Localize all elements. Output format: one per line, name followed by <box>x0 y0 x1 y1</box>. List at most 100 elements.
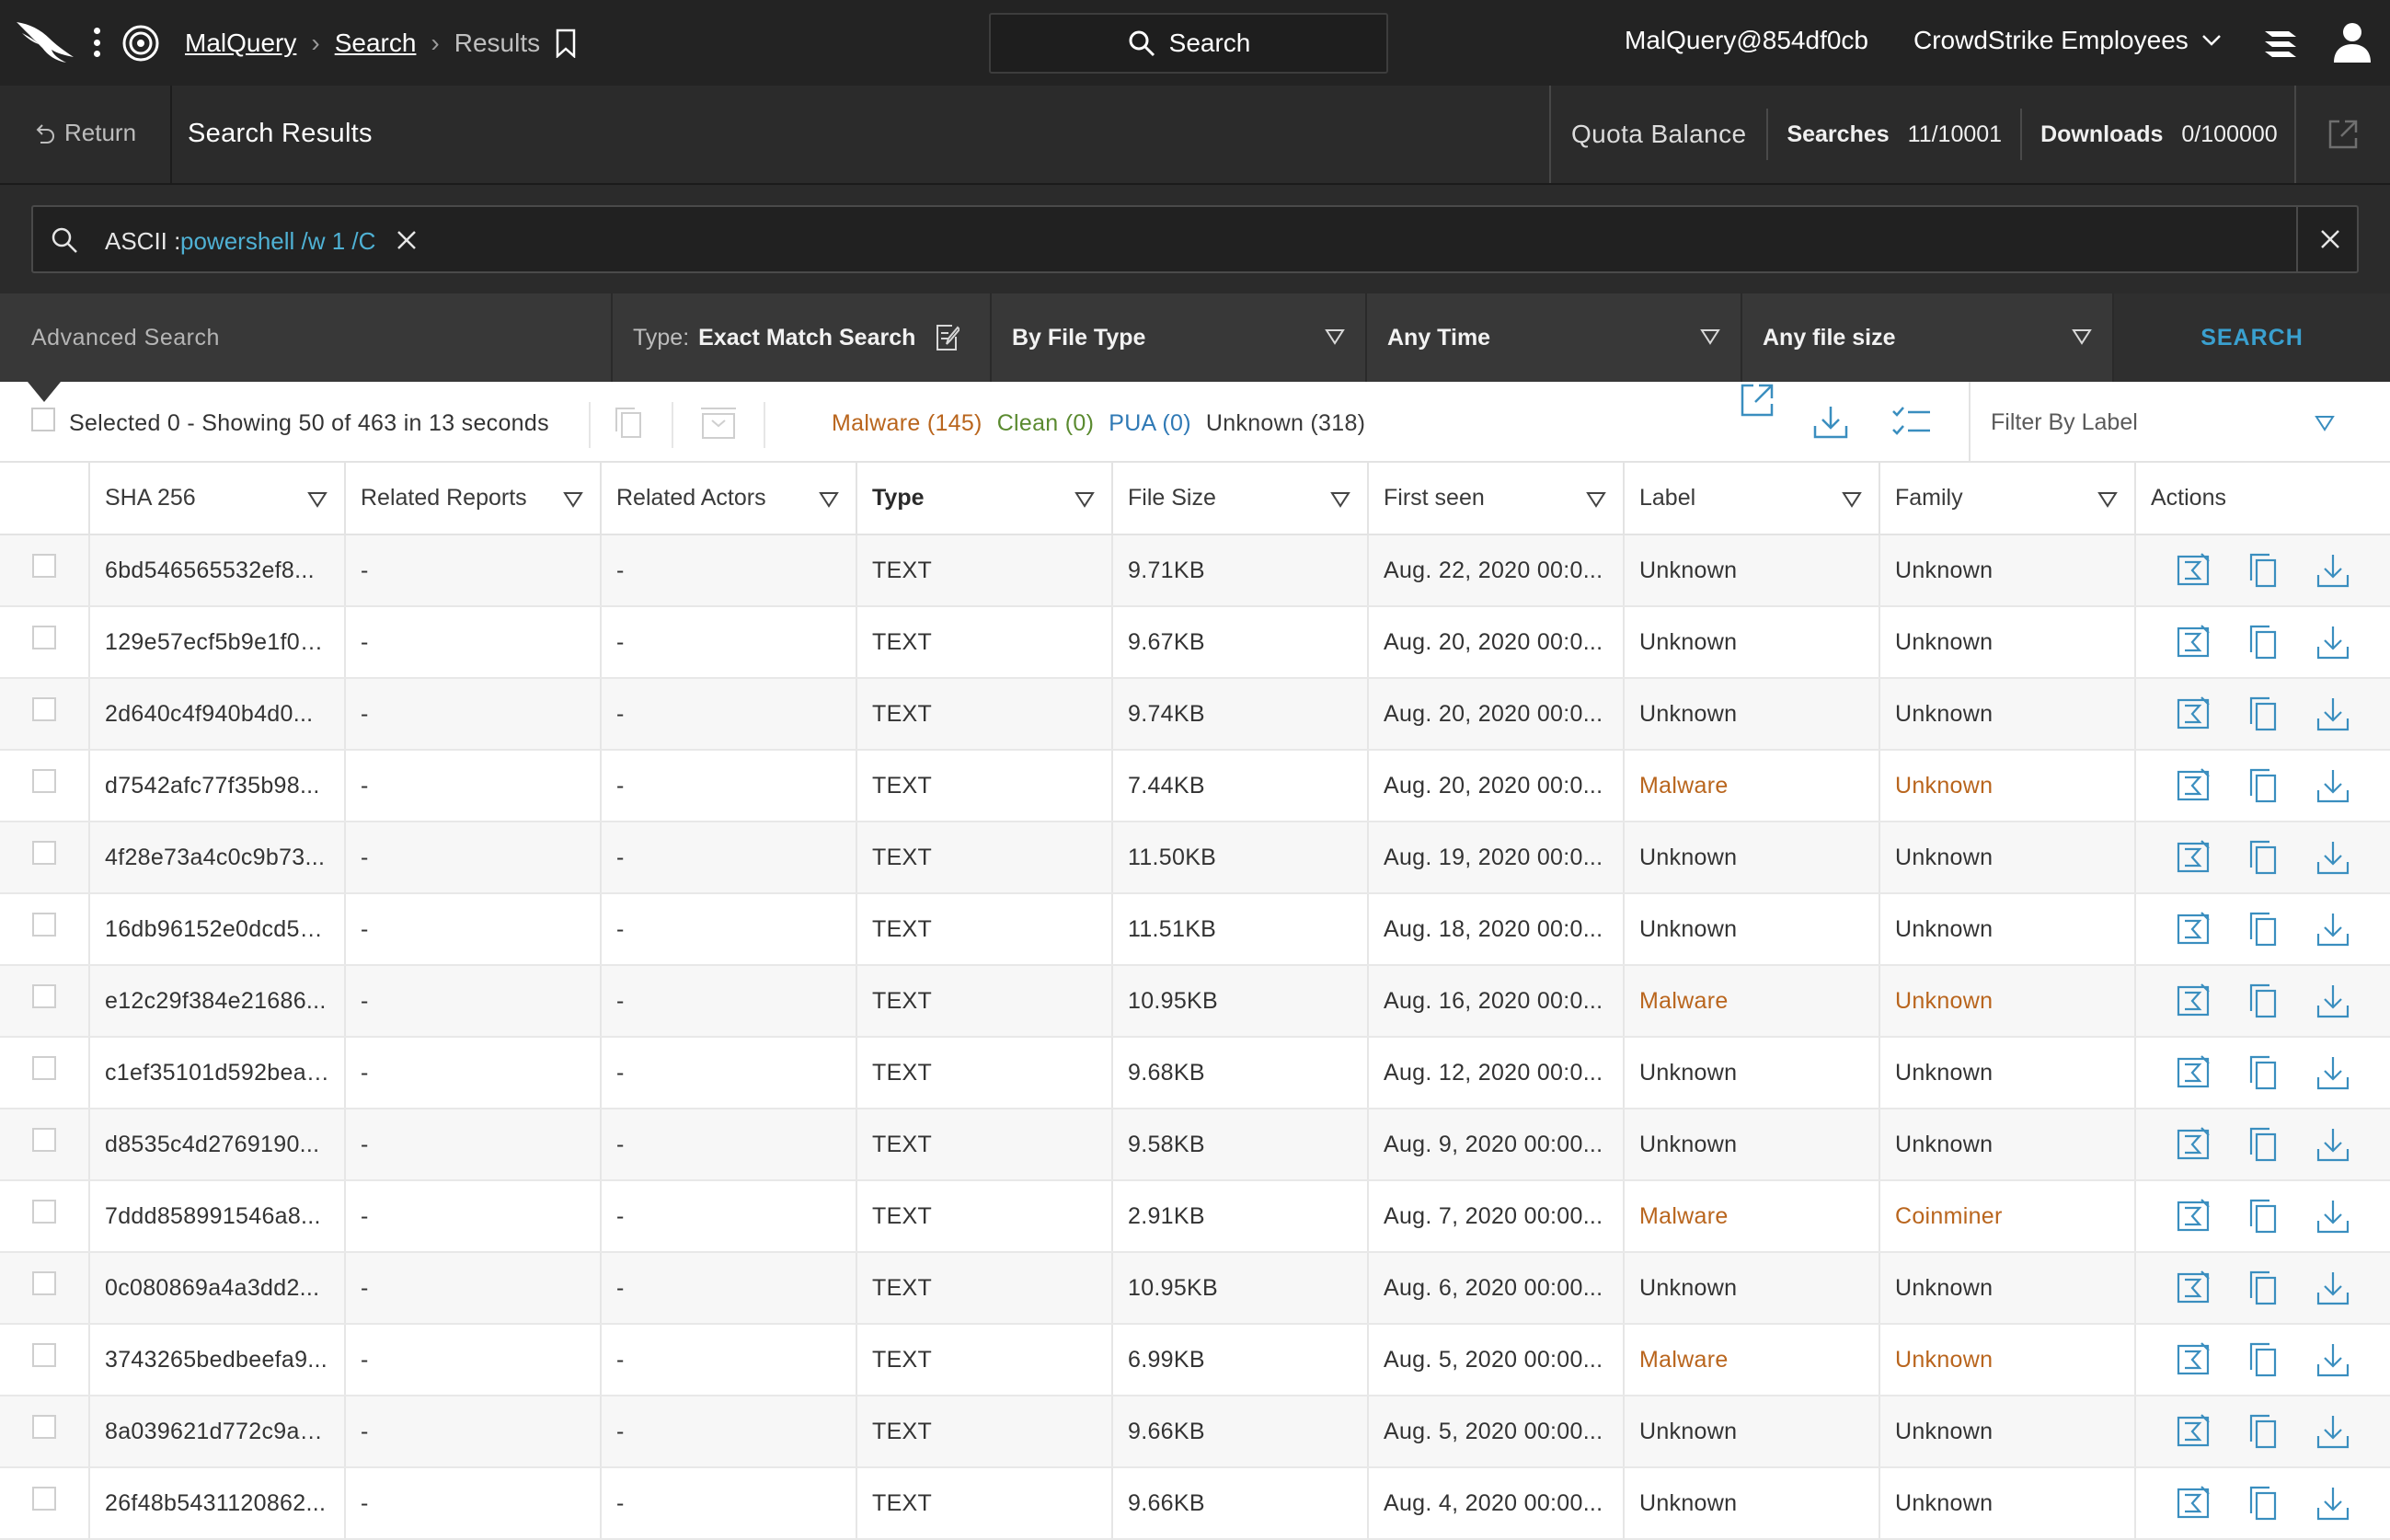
malware-count[interactable]: Malware (145) <box>832 410 982 437</box>
copy-icon[interactable] <box>2246 1198 2281 1235</box>
cell-sha256[interactable]: 26f48b5431120862... <box>89 1467 346 1540</box>
table-row[interactable]: 0c080869a4a3dd2... - - TEXT 10.95KB Aug. 6, 2… <box>0 1252 2390 1325</box>
row-checkbox[interactable] <box>32 912 56 937</box>
row-checkbox[interactable] <box>32 1055 56 1080</box>
column-filter-icon[interactable] <box>307 491 327 508</box>
download-icon[interactable] <box>2315 1341 2350 1378</box>
breadcrumb-malquery[interactable]: MalQuery <box>185 29 296 58</box>
cell-sha256[interactable]: 2d640c4f940b4d0... <box>89 678 346 751</box>
copy-icon[interactable] <box>2246 1341 2281 1378</box>
analyze-icon[interactable] <box>2176 1270 2211 1306</box>
download-icon[interactable] <box>1812 404 1849 441</box>
copy-icon[interactable] <box>2246 695 2281 732</box>
breadcrumb-search[interactable]: Search <box>335 29 417 58</box>
analyze-icon[interactable] <box>2176 1341 2211 1378</box>
row-checkbox[interactable] <box>32 768 56 793</box>
table-row[interactable]: 26f48b5431120862... - - TEXT 9.66KB Aug. 4, 2… <box>0 1467 2390 1540</box>
column-filter-icon[interactable] <box>563 491 583 508</box>
row-checkbox[interactable] <box>32 1342 56 1367</box>
filter-by-label-dropdown[interactable]: Filter By Label <box>1969 382 2390 463</box>
search-type-selector[interactable]: Type: Exact Match Search <box>611 293 990 382</box>
query-input[interactable]: ASCII : powershell /w 1 /C <box>31 205 2359 273</box>
cell-sha256[interactable]: c1ef35101d592bea8... <box>89 1037 346 1109</box>
column-filter-icon[interactable] <box>1842 491 1862 508</box>
analyze-icon[interactable] <box>2176 1198 2211 1235</box>
row-checkbox[interactable] <box>32 553 56 578</box>
table-row[interactable]: 6bd546565532ef8... - - TEXT 9.71KB Aug. 22, 2… <box>0 534 2390 607</box>
header-file-size[interactable]: File Size <box>1112 463 1369 535</box>
cell-sha256[interactable]: 6bd546565532ef8... <box>89 534 346 607</box>
row-checkbox[interactable] <box>32 983 56 1008</box>
row-checkbox[interactable] <box>32 1199 56 1224</box>
copy-icon[interactable] <box>2246 552 2281 589</box>
download-icon[interactable] <box>2315 1198 2350 1235</box>
cell-sha256[interactable]: d8535c4d2769190... <box>89 1109 346 1181</box>
file-size-dropdown[interactable]: Any file size <box>1741 293 2112 382</box>
file-type-dropdown[interactable]: By File Type <box>990 293 1365 382</box>
copy-icon[interactable] <box>2246 983 2281 1019</box>
download-icon[interactable] <box>2315 552 2350 589</box>
cell-sha256[interactable]: 16db96152e0dcd59... <box>89 893 346 966</box>
return-button[interactable]: Return <box>35 119 136 147</box>
checklist-icon[interactable] <box>1891 404 1932 441</box>
download-icon[interactable] <box>2315 624 2350 661</box>
header-family[interactable]: Family <box>1879 463 2136 535</box>
time-range-dropdown[interactable]: Any Time <box>1365 293 1741 382</box>
copy-selected-icon[interactable] <box>613 406 644 441</box>
malquery-app-icon[interactable] <box>121 24 160 63</box>
table-row[interactable]: e12c29f384e21686... - - TEXT 10.95KB Aug. 16,… <box>0 965 2390 1038</box>
analyze-icon[interactable] <box>2176 839 2211 876</box>
analyze-icon[interactable] <box>2176 552 2211 589</box>
table-row[interactable]: 3743265bedbeefa9... - - TEXT 6.99KB Aug. 5, 2… <box>0 1324 2390 1396</box>
header-related-reports[interactable]: Related Reports <box>345 463 602 535</box>
download-icon[interactable] <box>2315 1126 2350 1163</box>
column-filter-icon[interactable] <box>2097 491 2118 508</box>
table-row[interactable]: d8535c4d2769190... - - TEXT 9.58KB Aug. 9, 20… <box>0 1109 2390 1181</box>
download-icon[interactable] <box>2315 839 2350 876</box>
download-icon[interactable] <box>2315 767 2350 804</box>
table-row[interactable]: 7ddd858991546a8... - - TEXT 2.91KB Aug. 7, 20… <box>0 1180 2390 1253</box>
copy-icon[interactable] <box>2246 624 2281 661</box>
table-row[interactable]: 16db96152e0dcd59... - - TEXT 11.51KB Aug. 18,… <box>0 893 2390 966</box>
column-filter-icon[interactable] <box>1586 491 1606 508</box>
clear-query-icon[interactable] <box>2316 225 2344 253</box>
copy-icon[interactable] <box>2246 1270 2281 1306</box>
row-checkbox[interactable] <box>32 1127 56 1152</box>
column-filter-icon[interactable] <box>1074 491 1095 508</box>
user-profile-icon[interactable] <box>2331 20 2373 64</box>
header-related-actors[interactable]: Related Actors <box>601 463 857 535</box>
header-sha256[interactable]: SHA 256 <box>89 463 346 535</box>
copy-icon[interactable] <box>2246 1126 2281 1163</box>
cell-sha256[interactable]: 4f28e73a4c0c9b73... <box>89 822 346 894</box>
bookmark-icon[interactable] <box>555 29 577 58</box>
cell-sha256[interactable]: 8a039621d772c9a3... <box>89 1396 346 1468</box>
header-type[interactable]: Type <box>856 463 1113 535</box>
download-icon[interactable] <box>2315 983 2350 1019</box>
download-icon[interactable] <box>2315 1413 2350 1450</box>
query-value[interactable]: powershell /w 1 /C <box>180 227 375 256</box>
account-name[interactable]: MalQuery@854df0cb <box>1625 26 1868 55</box>
analyze-icon[interactable] <box>2176 1126 2211 1163</box>
search-submit-button[interactable]: SEARCH <box>2112 293 2390 382</box>
analyze-icon[interactable] <box>2176 911 2211 948</box>
apps-stack-icon[interactable] <box>2261 24 2300 63</box>
download-icon[interactable] <box>2315 911 2350 948</box>
table-row[interactable]: 2d640c4f940b4d0... - - TEXT 9.74KB Aug. 20, 2… <box>0 678 2390 751</box>
copy-icon[interactable] <box>2246 1485 2281 1522</box>
analyze-icon[interactable] <box>2176 624 2211 661</box>
table-row[interactable]: 129e57ecf5b9e1f0e... - - TEXT 9.67KB Aug. 20,… <box>0 606 2390 679</box>
analyze-icon[interactable] <box>2176 983 2211 1019</box>
export-button[interactable] <box>2294 86 2390 183</box>
cell-sha256[interactable]: d7542afc77f35b98... <box>89 750 346 822</box>
table-row[interactable]: c1ef35101d592bea8... - - TEXT 9.68KB Aug. 12,… <box>0 1037 2390 1109</box>
cell-sha256[interactable]: 129e57ecf5b9e1f0e... <box>89 606 346 679</box>
row-checkbox[interactable] <box>32 840 56 865</box>
download-icon[interactable] <box>2315 695 2350 732</box>
analyze-icon[interactable] <box>2176 1054 2211 1091</box>
archive-icon[interactable] <box>699 406 738 441</box>
table-row[interactable]: d7542afc77f35b98... - - TEXT 7.44KB Aug. 20, … <box>0 750 2390 822</box>
row-checkbox[interactable] <box>32 696 56 721</box>
header-first-seen[interactable]: First seen <box>1368 463 1625 535</box>
column-filter-icon[interactable] <box>819 491 839 508</box>
analyze-icon[interactable] <box>2176 695 2211 732</box>
